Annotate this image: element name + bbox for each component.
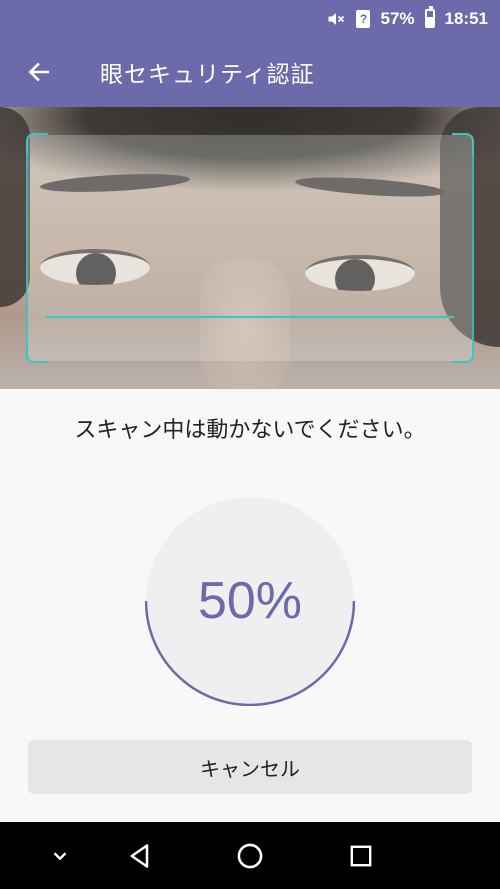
battery-icon: [424, 6, 435, 28]
scan-frame: [26, 133, 474, 363]
status-bar: ? 57% 18:51: [0, 0, 500, 37]
camera-preview: [0, 107, 500, 389]
cancel-button[interactable]: キャンセル: [28, 740, 472, 794]
arrow-left-icon: [28, 62, 49, 82]
recents-square-icon[interactable]: [331, 822, 391, 889]
back-button[interactable]: [0, 37, 78, 107]
scan-instruction: スキャン中は動かないでください。: [74, 418, 426, 443]
chevron-down-icon[interactable]: [30, 822, 90, 889]
app-bar: 眼セキュリティ認証: [0, 37, 500, 107]
navigation-bar: [0, 822, 500, 889]
back-triangle-icon[interactable]: [110, 822, 170, 889]
progress-percentage: 50%: [197, 572, 303, 630]
sim-icon: ?: [356, 9, 371, 28]
page-title: 眼セキュリティ認証: [100, 62, 315, 88]
scan-line: [46, 316, 454, 318]
mute-icon: [326, 9, 346, 29]
battery-percentage: 57%: [380, 8, 415, 28]
home-circle-icon[interactable]: [220, 822, 280, 889]
clock: 18:51: [444, 8, 488, 28]
progress-ring: 50%: [145, 496, 355, 706]
